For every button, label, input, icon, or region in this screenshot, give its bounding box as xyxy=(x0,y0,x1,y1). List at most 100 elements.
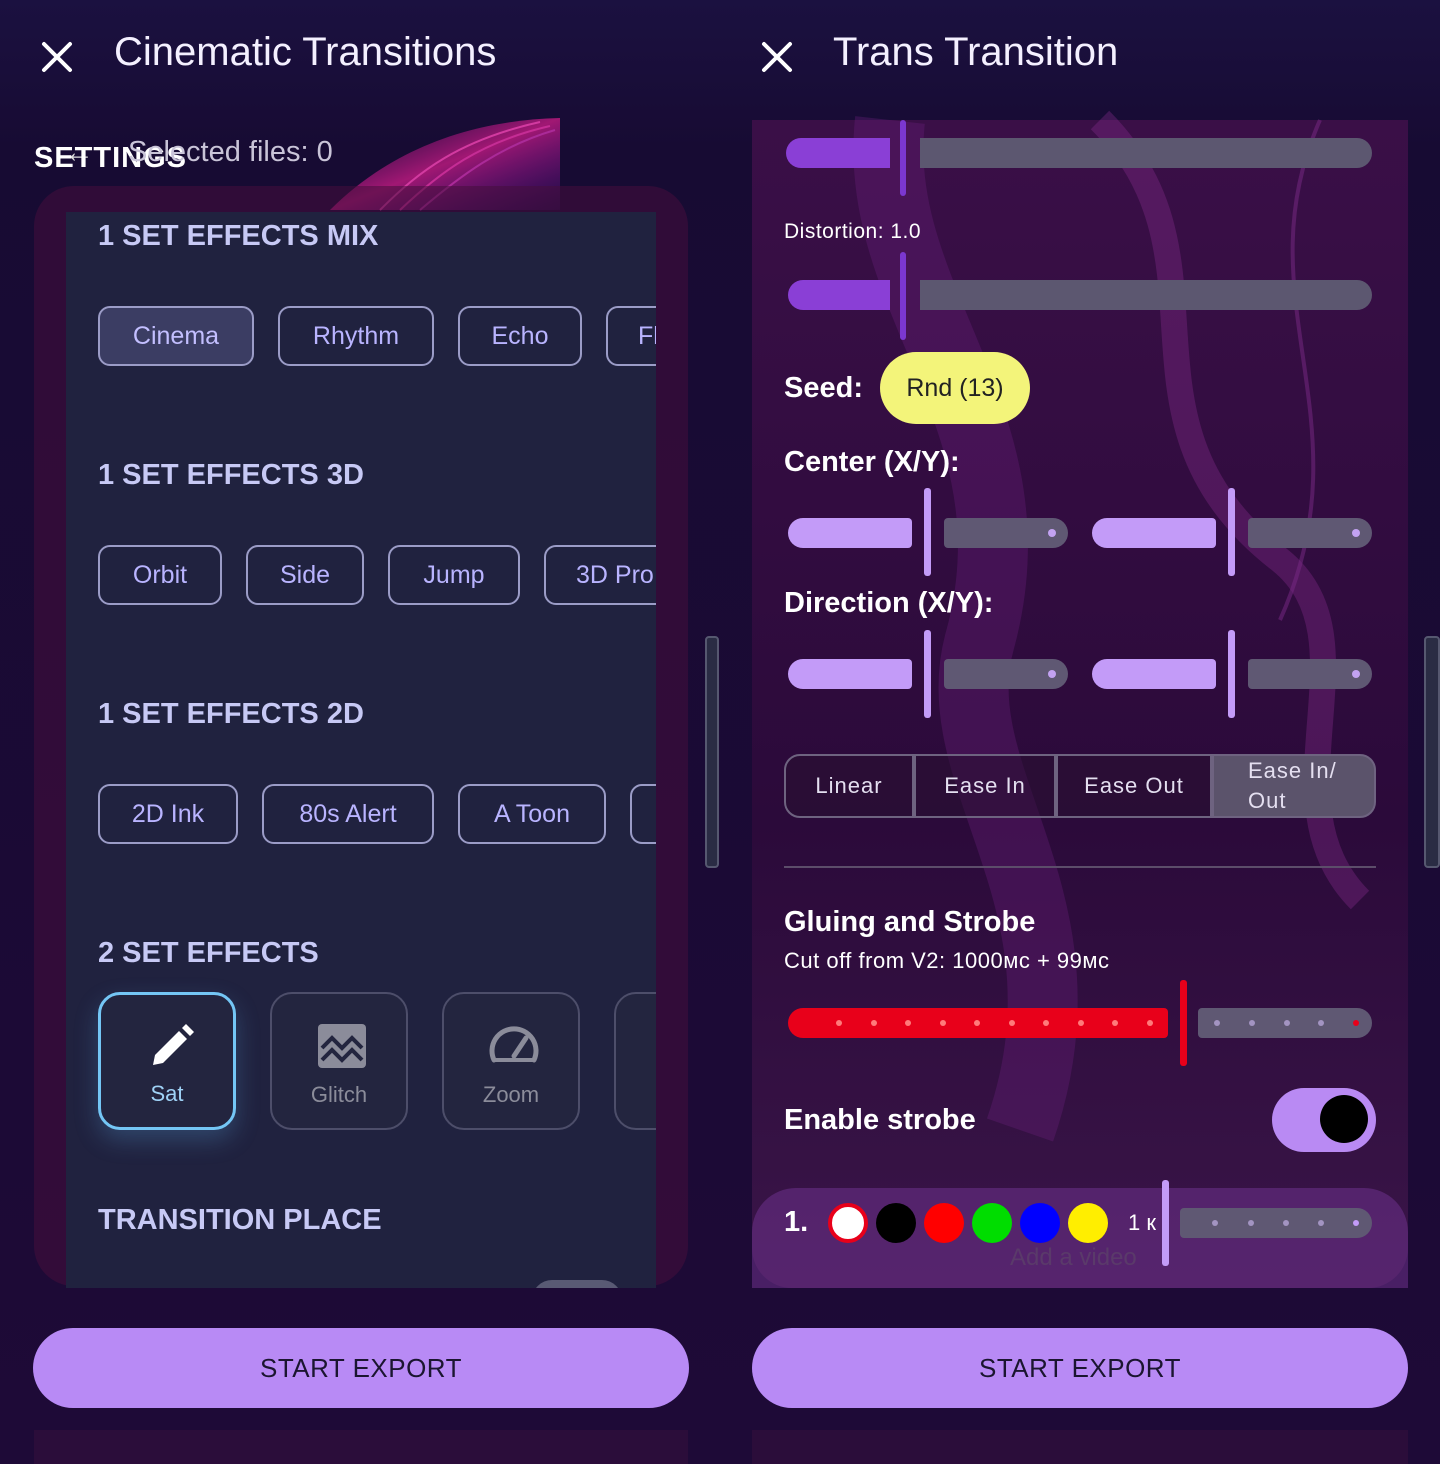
tile-label: Glitch xyxy=(310,1082,368,1107)
tile-next[interactable] xyxy=(614,992,656,1130)
close-icon[interactable] xyxy=(756,36,798,78)
gluing-strobe-title: Gluing and Strobe xyxy=(784,906,1036,938)
top-bar: Cinematic Transitions xyxy=(0,0,720,112)
tile-zoom[interactable]: Zoom xyxy=(442,992,580,1130)
center-y-thumb[interactable] xyxy=(1228,488,1235,576)
tick-dot xyxy=(1146,1020,1153,1026)
chip-orbit[interactable]: Orbit xyxy=(98,545,222,605)
scrollbar[interactable] xyxy=(1424,636,1440,868)
section-title-2d: 1 SET EFFECTS 2D xyxy=(98,698,364,730)
chip-side[interactable]: Side xyxy=(246,545,364,605)
chip-echo[interactable]: Echo xyxy=(458,306,582,366)
tick-dot xyxy=(1214,1020,1220,1026)
distortion-label: Distortion: 1.0 xyxy=(784,220,922,243)
easing-linear[interactable]: Linear xyxy=(784,754,914,818)
tile-sat[interactable]: Sat xyxy=(98,992,236,1130)
strobe-frames-thumb[interactable] xyxy=(1162,1180,1169,1266)
tick-dot xyxy=(1249,1020,1255,1026)
enable-strobe-label: Enable strobe xyxy=(784,1104,976,1136)
direction-y-end-dot xyxy=(1352,670,1360,678)
strobe-color-blue[interactable] xyxy=(1020,1203,1060,1243)
strobe-color-black[interactable] xyxy=(876,1203,916,1243)
distortion-active-track xyxy=(788,280,890,310)
center-x-thumb[interactable] xyxy=(924,488,931,576)
start-export-button[interactable]: START EXPORT xyxy=(33,1328,689,1408)
random-seed-button[interactable]: Rnd (13) xyxy=(880,352,1030,424)
chip-2d-ink[interactable]: 2D Ink xyxy=(98,784,238,844)
scrollbar[interactable] xyxy=(705,636,719,868)
tick-dot xyxy=(1008,1020,1015,1026)
tick-dot xyxy=(1043,1020,1049,1026)
close-icon[interactable] xyxy=(36,36,78,78)
slider-thumb[interactable] xyxy=(900,120,906,196)
tick-dot xyxy=(1318,1220,1324,1226)
cut-off-thumb[interactable] xyxy=(1180,980,1187,1066)
strobe-color-red[interactable] xyxy=(924,1203,964,1243)
slider-active-track xyxy=(786,138,890,168)
slider-inactive-track xyxy=(920,138,1372,168)
tick-dot xyxy=(870,1020,877,1026)
tick-dot xyxy=(1248,1220,1254,1226)
tick-dot xyxy=(939,1020,946,1026)
direction-x-end-dot xyxy=(1048,670,1056,678)
tick-dot xyxy=(974,1020,980,1026)
section-title-transition-place: TRANSITION PLACE xyxy=(98,1204,382,1236)
strobe-color-yellow[interactable] xyxy=(1068,1203,1108,1243)
tick-dot xyxy=(905,1020,911,1026)
distortion-slider-thumb[interactable] xyxy=(900,252,906,340)
section-divider xyxy=(784,866,1376,868)
top-bar: Trans Transition xyxy=(720,0,1440,112)
start-export-button[interactable]: START EXPORT xyxy=(752,1328,1408,1408)
strobe-index: 1. xyxy=(784,1206,809,1238)
chip-next-2d[interactable] xyxy=(630,784,656,844)
chip-jump[interactable]: Jump xyxy=(388,545,520,605)
direction-x-thumb[interactable] xyxy=(924,630,931,718)
tick-dot xyxy=(1112,1020,1118,1026)
easing-ease-in[interactable]: Ease In xyxy=(914,754,1056,818)
section-title-3d: 1 SET EFFECTS 3D xyxy=(98,459,364,491)
tile-label: Sat xyxy=(150,1081,184,1106)
center-label: Center (X/Y): xyxy=(784,446,960,478)
center-y-active-track xyxy=(1092,518,1216,548)
tick-dot xyxy=(1318,1020,1324,1026)
direction-x-active-track xyxy=(788,659,912,689)
effects-scroll-area[interactable]: 1 SET EFFECTS MIX Cinema Rhythm Echo Fl … xyxy=(66,212,656,1288)
selected-files-count: Selected files: 0 xyxy=(128,136,333,168)
section-title-2-set: 2 SET EFFECTS xyxy=(98,937,319,969)
easing-ease-in-out[interactable]: Ease In/ Out xyxy=(1212,754,1376,818)
chip-a-toon[interactable]: A Toon xyxy=(458,784,606,844)
center-x-end-dot xyxy=(1048,529,1056,537)
pencil-icon xyxy=(153,1024,194,1065)
tick-dot xyxy=(1284,1020,1290,1026)
tile-label: Zoom xyxy=(482,1082,540,1107)
strobe-color-green[interactable] xyxy=(972,1203,1012,1243)
tile-glitch[interactable]: Glitch xyxy=(270,992,408,1130)
chip-3d-pro[interactable]: 3D Pro xyxy=(544,545,656,605)
direction-label: Direction (X/Y): xyxy=(784,587,994,619)
direction-y-thumb[interactable] xyxy=(1228,630,1235,718)
easing-ease-out[interactable]: Ease Out xyxy=(1056,754,1212,818)
chip-cinema[interactable]: Cinema xyxy=(98,306,254,366)
chip-80s-alert[interactable]: 80s Alert xyxy=(262,784,434,844)
speedometer-icon xyxy=(489,1026,539,1063)
tick-dot xyxy=(836,1020,842,1026)
distortion-inactive-track xyxy=(920,280,1372,310)
left-screen: Cinematic Transitions ← SETTINGS Selecte… xyxy=(0,0,720,1464)
direction-y-active-track xyxy=(1092,659,1216,689)
transition-place-toggle[interactable] xyxy=(532,1280,622,1288)
tick-dot-end xyxy=(1353,1220,1359,1226)
cut-off-text: Cut off from V2: 1000мс + 99мс xyxy=(784,948,1110,973)
glitch-image-icon xyxy=(318,1024,366,1068)
tick-dot xyxy=(1212,1220,1218,1226)
chip-fl[interactable]: Fl xyxy=(606,306,656,366)
section-title-mix: 1 SET EFFECTS MIX xyxy=(98,220,379,252)
chip-rhythm[interactable]: Rhythm xyxy=(278,306,434,366)
seed-label: Seed: xyxy=(784,372,863,404)
strobe-frames-label: 1 к xyxy=(1128,1210,1156,1235)
add-video-text: Add a video xyxy=(1010,1244,1137,1271)
page-title: Trans Transition xyxy=(833,30,1119,74)
center-x-active-track xyxy=(788,518,912,548)
toggle-knob xyxy=(1320,1095,1368,1143)
strobe-color-white[interactable] xyxy=(828,1203,868,1243)
tick-dot-end xyxy=(1353,1020,1359,1026)
